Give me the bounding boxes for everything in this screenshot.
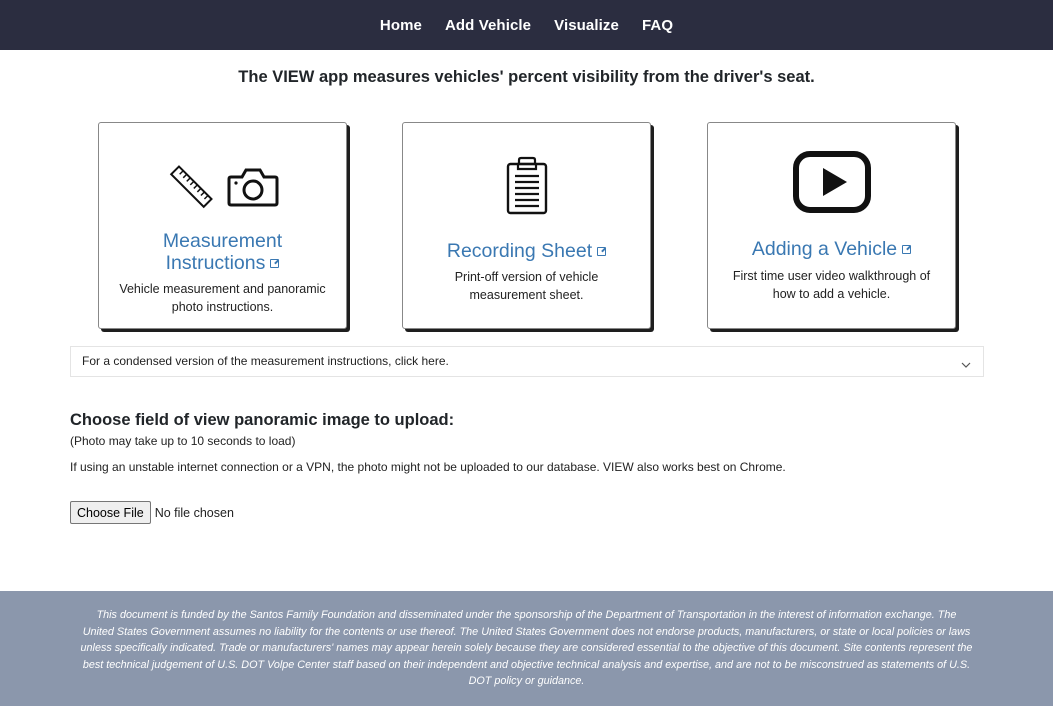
card-title: Measurement Instructions — [99, 230, 346, 274]
card-adding-a-vehicle[interactable]: Adding a Vehicle First time user video w… — [707, 122, 956, 329]
file-status-text: No file chosen — [154, 505, 234, 520]
accordion-label: For a condensed version of the measureme… — [82, 354, 449, 368]
card-icons — [99, 163, 346, 216]
card-description: First time user video walkthrough of how… — [732, 269, 931, 301]
upload-load-time-note: (Photo may take up to 10 seconds to load… — [70, 434, 296, 448]
condensed-instructions-accordion[interactable]: For a condensed version of the measureme… — [70, 346, 984, 377]
card-icons — [403, 156, 650, 221]
nav-visualize-link[interactable]: Visualize — [554, 17, 619, 34]
chevron-down-icon — [961, 356, 971, 374]
card-recording-sheet[interactable]: Recording Sheet Print-off version of veh… — [402, 122, 651, 329]
nav-home-link[interactable]: Home — [380, 17, 422, 34]
video-play-icon — [792, 150, 872, 219]
card-icons — [708, 150, 955, 219]
card-title-text: Recording Sheet — [446, 240, 593, 262]
card-description: Vehicle measurement and panoramic photo … — [119, 282, 326, 314]
card-title: Recording Sheet — [403, 240, 650, 262]
external-link-icon — [270, 259, 280, 268]
footer-disclaimer: This document is funded by the Santos Fa… — [80, 609, 973, 688]
nav-faq-link[interactable]: FAQ — [642, 17, 673, 34]
ruler-icon — [167, 163, 215, 216]
external-link-icon — [597, 247, 607, 256]
nav-add-vehicle-link[interactable]: Add Vehicle — [445, 17, 531, 34]
external-link-icon — [902, 245, 912, 254]
card-title: Adding a Vehicle — [708, 238, 955, 260]
upload-section-title: Choose field of view panoramic image to … — [70, 411, 455, 429]
choose-file-button[interactable]: Choose File — [70, 501, 151, 524]
upload-connection-note: If using an unstable internet connection… — [70, 460, 786, 474]
file-input: Choose File No file chosen — [70, 501, 234, 524]
clipboard-icon — [505, 156, 549, 221]
card-description: Print-off version of vehicle measurement… — [454, 270, 599, 302]
card-title-text: Measurement Instructions — [162, 230, 283, 274]
camera-icon — [227, 166, 279, 213]
page-headline: The VIEW app measures vehicles' percent … — [238, 68, 815, 86]
card-title-text: Adding a Vehicle — [751, 238, 898, 260]
page-footer: This document is funded by the Santos Fa… — [0, 591, 1053, 706]
card-measurement-instructions[interactable]: Measurement Instructions Vehicle measure… — [98, 122, 347, 329]
top-navbar: Home Add Vehicle Visualize FAQ — [0, 0, 1053, 50]
